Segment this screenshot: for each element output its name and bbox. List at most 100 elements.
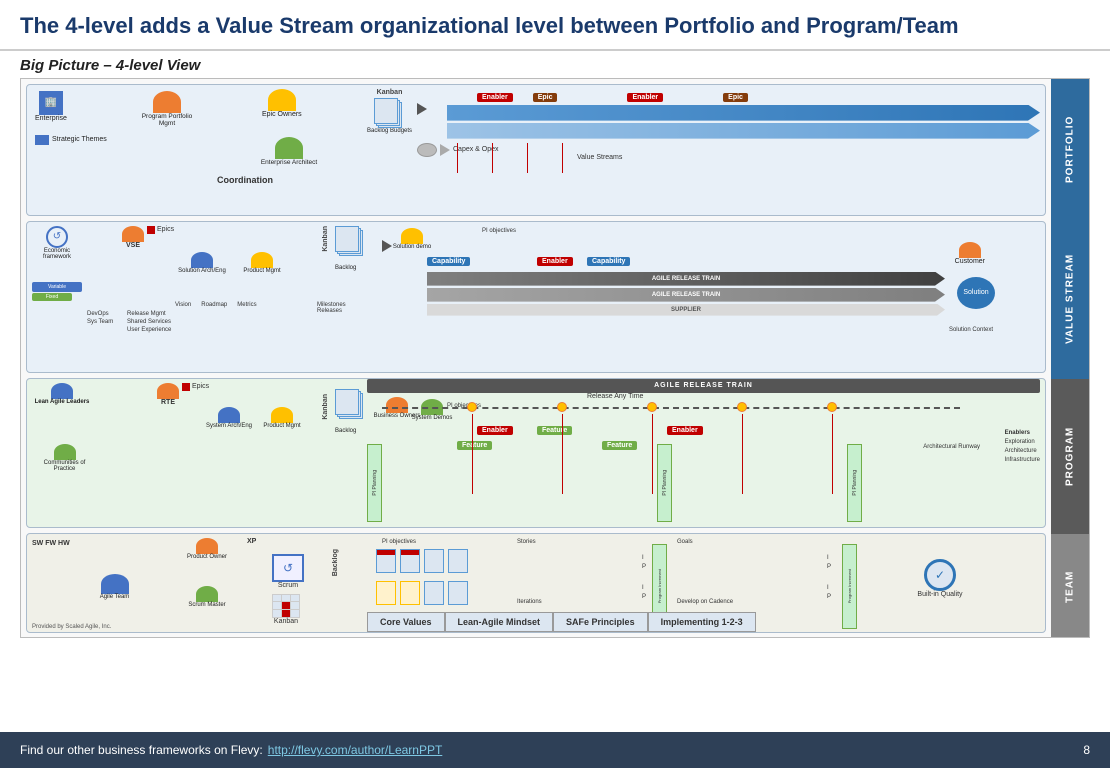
vse-icon [122,226,144,242]
lean-agile-mindset-btn[interactable]: Lean-Agile Mindset [445,612,554,632]
epics-label-vs: Epics [157,226,174,233]
iterations-label: Iterations [517,599,542,605]
prog-milestone-2 [562,414,563,494]
milestone-line-3 [527,143,528,173]
economic-icon: ↺ [46,226,68,248]
enabler-box-2: Enabler [627,93,663,102]
pi-dot-2 [557,402,567,412]
subtitle-text: Big Picture – 4-level View [20,57,1090,74]
release-mgmt-label: Release Mgmt [127,310,171,318]
team-label: TEAM [1051,534,1089,638]
feature-box-2: Feature [602,441,637,450]
customer-label: Customer [955,258,985,265]
sys-team-label: Sys Team [87,318,113,326]
portfolio-section: 🏢 Enterprise Strategic Themes Coordinati… [26,84,1046,216]
sys-arch-label: System Arch/Eng [202,423,256,429]
fixed-bar: Fixed [32,293,72,301]
pi-planning-bar-2: PI Planning [657,444,672,522]
value-stream-section: ↺ Economic framework Variable Fixed VSE … [26,221,1046,373]
team-section: SW FW HW Agile Team Product Owner Scrum … [26,533,1046,633]
product-mgmt-prog-icon [271,407,293,423]
pi-dot-5 [827,402,837,412]
pi-obj-1-team: PI objectives [382,539,416,545]
strategic-themes-icon [35,135,49,145]
epic-owners-label: Epic Owners [262,111,302,118]
xp-label: XP [247,538,256,545]
level-labels: PORTFOLIO VALUE STREAM PROGRAM TEAM [1051,79,1089,637]
footer-link[interactable]: http://flevy.com/author/LearnPPT [268,743,443,757]
enabler-box-1: Enabler [477,93,513,102]
ip-labels-4: IP [827,584,831,602]
communities-icon [54,444,76,460]
value-streams-label: Value Streams [577,154,622,161]
roadmap-label: Roadmap [201,302,227,308]
value-stream-label: VALUE STREAM [1051,219,1089,379]
metrics-label: Metrics [237,302,256,308]
stream-line-1 [447,105,1040,121]
implementing-btn[interactable]: Implementing 1-2-3 [648,612,756,632]
scrum-icon: ↺ [272,554,304,582]
program-portfolio-label: Program Portfolio Mgmt [137,113,197,127]
prog-milestone-5 [832,414,833,494]
solution-demo-icon [401,228,423,244]
program-portfolio-icon [153,91,181,113]
epic-box-1: Epic [533,93,558,102]
subtitle: Big Picture – 4-level View [0,51,1110,78]
product-owner-label: Product Owner [182,554,232,560]
program-label: PROGRAM [1051,379,1089,534]
feature-box-1: Feature [537,426,572,435]
strategic-themes-label: Strategic Themes [52,136,107,143]
supplier-bar: SUPPLIER [427,304,945,316]
agile-team-icon [101,574,129,594]
sw-fw-hw-label: SW FW HW [32,540,70,547]
vision-label: Vision [175,302,191,308]
prog-increment-bar-team-2: Program Increment [842,544,857,629]
backlog-label-vs: Backlog [335,265,356,271]
ip-labels-3: IP [827,554,831,572]
kanban-team-icon [272,594,300,618]
variable-bar: Variable [32,282,82,292]
agile-team-label: Agile Team [87,594,142,600]
kanban-label-prog: Kanban [322,394,329,420]
product-mgmt-prog-label: Product Mgmt [257,423,307,429]
team-task-cards-2 [376,581,470,605]
system-demos-label: System Demos [407,415,457,421]
epics-dot-prog [182,383,190,391]
backlog-label-prog: Backlog [335,428,356,434]
prog-milestone-1 [472,414,473,494]
safe-principles-btn[interactable]: SAFe Principles [553,612,648,632]
stream-line-2 [447,123,1040,139]
lean-agile-leaders-label: Lean Agile Leaders [32,399,92,405]
sys-arch-icon [218,407,240,423]
ip-labels-1: IP [642,554,646,572]
scrum-master-icon [196,586,218,602]
backlog-stack-prog [335,389,367,419]
user-exp-label: User Experience [127,326,171,334]
epic-owners-icon [268,89,296,111]
product-owner-icon [196,538,218,554]
enterprise-label: Enterprise [35,115,67,122]
solution-arch-icon [191,252,213,268]
backlog-stack-portfolio [374,98,406,128]
footer: Find our other business frameworks on Fl… [0,732,1110,768]
develop-on-cadence-label: Develop on Cadence [677,599,733,605]
prog-milestone-4 [742,414,743,494]
ip-labels-2: IP [642,584,646,602]
backlog-label-prog2: Backlog [332,549,339,576]
kanban-label-vs: Kanban [322,226,329,252]
arch-runway-label: Architectural Runway [923,444,980,450]
pi-planning-bar-1: PI Planning [367,444,382,522]
customer-icon [959,242,981,258]
core-values-btn[interactable]: Core Values [367,612,445,632]
epics-dot-vs [147,226,155,234]
header: The 4-level adds a Value Stream organiza… [0,0,1110,51]
milestone-line-4 [562,143,563,173]
releases-label: Releases [317,308,346,314]
rte-label: RTE [161,399,175,406]
enterprise-architect-label: Enterprise Architect [259,159,319,166]
capability-box-2: Capability [587,257,630,266]
product-mgmt-vs-icon [251,252,273,268]
coordination-label: Coordination [217,175,273,185]
feature-box-3: Feature [457,441,492,450]
lean-agile-icon [51,383,73,399]
